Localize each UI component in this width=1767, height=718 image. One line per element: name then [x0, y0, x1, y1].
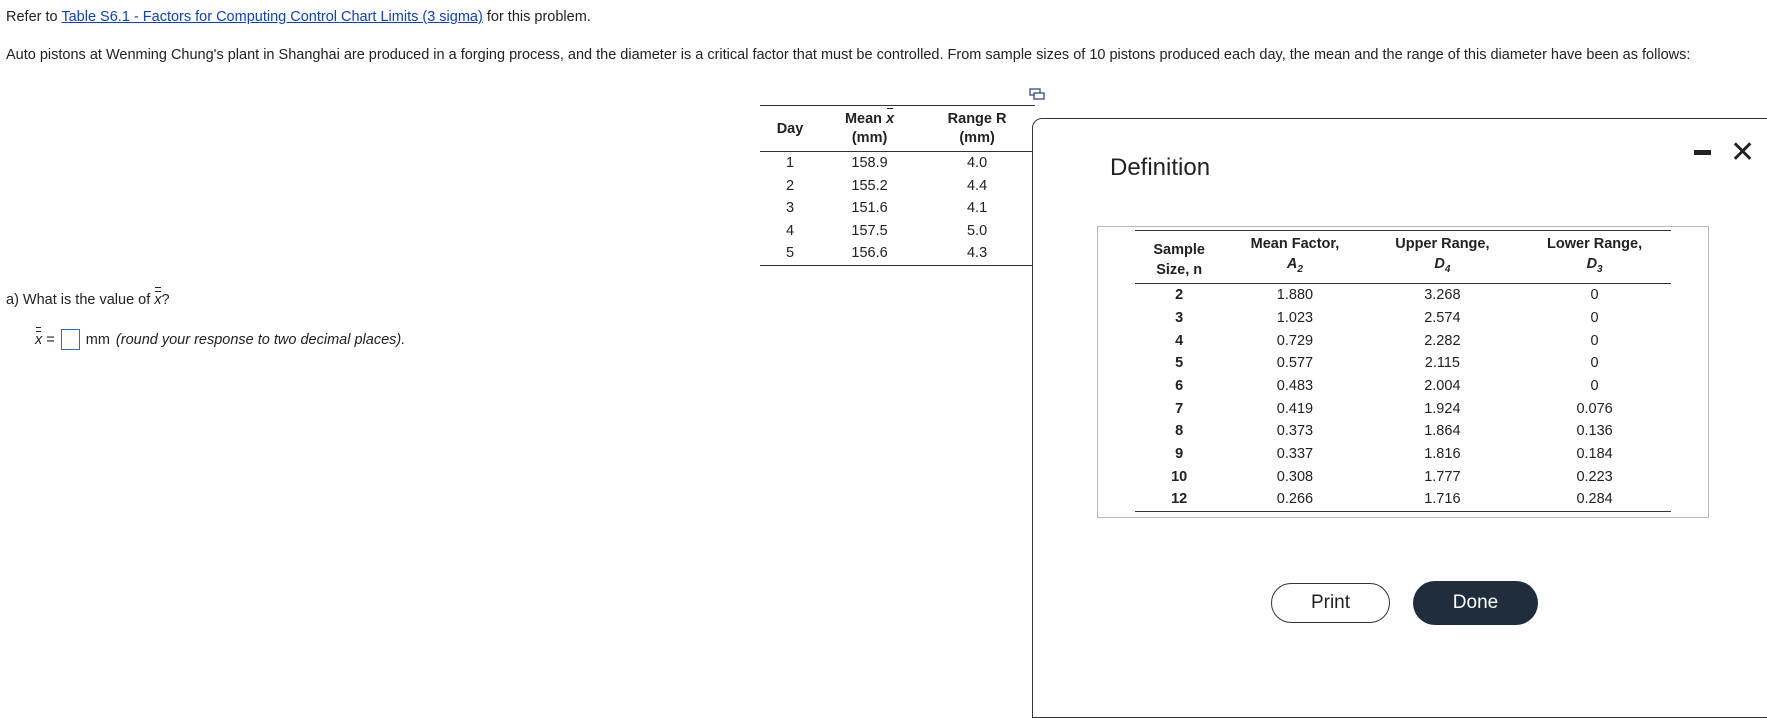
intro-line: Refer to Table S6.1 - Factors for Comput…	[6, 9, 591, 25]
table-row: 5 156.6 4.3	[760, 242, 1035, 265]
x-double-bar-symbol: x	[154, 287, 162, 308]
modal-title: Definition	[1110, 154, 1211, 181]
copy-table-icon[interactable]	[1029, 88, 1045, 100]
table-row: 5 0.577 2.115 0	[1175, 355, 1599, 372]
table-row: 2 1.880 3.268 0	[1175, 287, 1599, 304]
answer-input[interactable]	[60, 329, 80, 350]
header-range: Range R (mm)	[947, 111, 1007, 146]
done-button[interactable]: Done	[1413, 581, 1538, 625]
table-row: 7 0.419 1.924 0.076	[1175, 400, 1613, 417]
header-sample-size: Sample Size, n	[1153, 241, 1205, 278]
intro-suffix: for this problem.	[482, 9, 591, 25]
header-day: Day	[776, 120, 804, 137]
header-mean: Mean x (mm)	[844, 108, 895, 146]
minimize-icon[interactable]	[1694, 150, 1711, 155]
question-a: a) What is the value of x?	[6, 287, 170, 308]
factors-table: Sample Size, n Mean Factor, A2 Upper Range…	[1135, 232, 1671, 512]
header-a2: Mean Factor, A2	[1250, 236, 1340, 275]
print-button[interactable]: Print	[1271, 583, 1390, 623]
table-row: 10 0.308 1.777 0.223	[1171, 468, 1613, 485]
close-icon[interactable]: ✕	[1730, 138, 1755, 168]
table-row: 4 0.729 2.282 0	[1175, 332, 1599, 349]
header-d4: Upper Range, D4	[1395, 236, 1490, 275]
header-d3: Lower Range, D3	[1547, 236, 1643, 275]
table-row: 12 0.266 1.716 0.284	[1135, 488, 1671, 512]
table-row: 3 151.6 4.1	[785, 200, 988, 217]
table-row: 4 157.5 5.0	[785, 222, 988, 239]
problem-text: Auto pistons at Wenming Chung's plant in…	[6, 47, 1691, 63]
table-s61-link[interactable]: Table S6.1 - Factors for Computing Contr…	[61, 9, 482, 25]
answer-hint: (round your response to two decimal plac…	[115, 331, 406, 348]
data-table: Day Mean x (mm) Range R (mm) 1 158.9 4.0 2…	[760, 105, 1035, 266]
table-row: 6 0.483 2.004 0	[1175, 377, 1599, 394]
table-row: 2 155.2 4.4	[785, 177, 988, 194]
intro-prefix: Refer to	[6, 9, 62, 25]
answer-row: x = mm (round your response to two decim…	[35, 326, 406, 350]
definition-table-top-rule	[1135, 230, 1671, 231]
table-row: 9 0.337 1.816 0.184	[1175, 446, 1613, 463]
answer-label: x =	[35, 326, 55, 348]
table-row: 8 0.373 1.864 0.136	[1175, 423, 1613, 440]
answer-unit: mm	[85, 331, 110, 348]
table-row: 3 1.023 2.574 0	[1175, 309, 1599, 326]
table-row: 1 158.9 4.0	[785, 155, 988, 172]
